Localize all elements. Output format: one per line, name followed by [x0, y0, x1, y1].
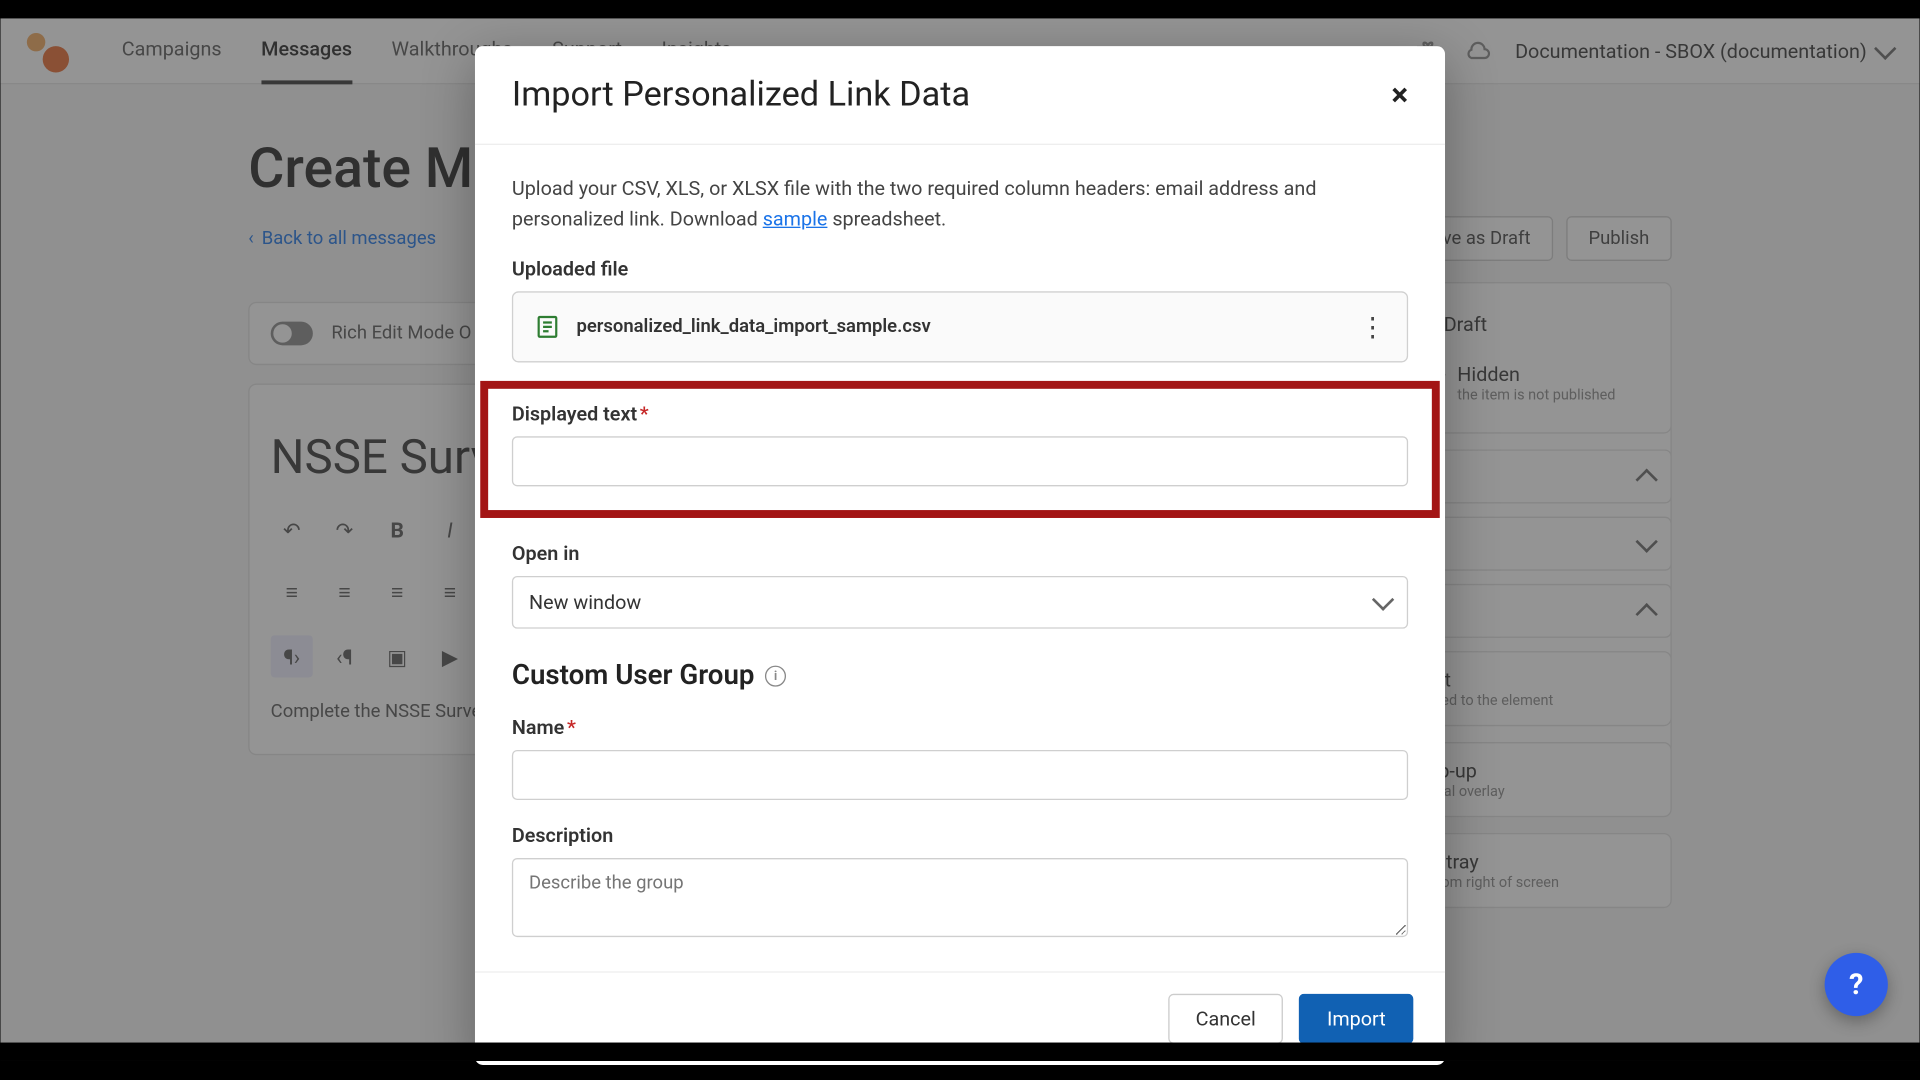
import-button[interactable]: Import [1299, 994, 1413, 1044]
displayed-text-highlight: Displayed text* [480, 381, 1440, 518]
custom-user-group-heading: Custom User Group i [512, 660, 1408, 692]
modal-title: Import Personalized Link Data [512, 75, 970, 115]
modal-help-text: Upload your CSV, XLS, or XLSX file with … [512, 174, 1408, 233]
name-label: Name* [512, 716, 1408, 740]
uploaded-file-label: Uploaded file [512, 257, 1408, 281]
info-icon[interactable]: i [765, 666, 786, 687]
file-menu-icon[interactable]: ⋮ [1359, 311, 1385, 343]
cancel-button[interactable]: Cancel [1168, 994, 1284, 1044]
spreadsheet-icon [534, 314, 560, 340]
import-link-data-modal: Import Personalized Link Data × Upload y… [475, 46, 1445, 1065]
description-label: Description [512, 824, 1408, 848]
open-in-label: Open in [512, 542, 1408, 566]
sample-link[interactable]: sample [763, 206, 828, 230]
displayed-text-label: Displayed text* [512, 402, 1408, 426]
help-fab[interactable]: ? [1825, 953, 1888, 1016]
chevron-down-icon [1372, 589, 1394, 611]
uploaded-file-name: personalized_link_data_import_sample.csv [576, 316, 1343, 337]
uploaded-file-row: personalized_link_data_import_sample.csv… [512, 291, 1408, 362]
group-name-input[interactable] [512, 750, 1408, 800]
open-in-select[interactable]: New window [512, 576, 1408, 629]
group-description-input[interactable] [512, 858, 1408, 937]
displayed-text-input[interactable] [512, 436, 1408, 486]
close-icon[interactable]: × [1391, 76, 1408, 113]
